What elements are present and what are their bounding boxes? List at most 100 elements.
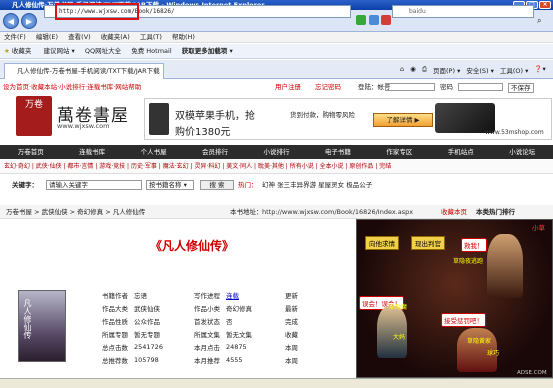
back-button[interactable]: ◀: [3, 13, 19, 29]
info-label: 总点击数: [102, 343, 128, 352]
nav-mobile[interactable]: 手机站点: [430, 145, 491, 159]
fav-item-qq[interactable]: QQ网址大全: [85, 47, 121, 55]
info-row: 作品性质 公众作品 首发状态否 完成: [99, 314, 301, 327]
info-value: 暂无专题: [134, 330, 160, 339]
nav-serial[interactable]: 连载书库: [61, 145, 122, 159]
info-label: 本月点击: [193, 343, 220, 352]
search-type-select[interactable]: 按书籍名称 ▾: [146, 180, 194, 190]
game-bubble-punish: 接受惩罚吧！: [441, 313, 486, 327]
save-select[interactable]: 不保存: [508, 83, 534, 93]
cmd-safety[interactable]: 安全(S) ▾: [466, 65, 494, 75]
menu-help[interactable]: 帮助(H): [172, 33, 195, 41]
top-left-links[interactable]: 设为首页·收藏本站·小说排行·连载书库·网站帮助: [3, 83, 141, 91]
nav-home[interactable]: 万卷首页: [0, 145, 61, 159]
game-character-right: [487, 234, 523, 298]
nav-ebooks[interactable]: 电子书籍: [307, 145, 368, 159]
status-bar: [0, 378, 553, 388]
info-label: 作品性质: [102, 317, 128, 326]
register-link[interactable]: 用户注册: [275, 81, 301, 93]
info-label: 首发状态: [193, 317, 220, 326]
breadcrumb[interactable]: 万卷书屋 > 武侠仙侠 > 奇幻修真 > 凡人修仙传: [6, 205, 145, 219]
go-icon[interactable]: [356, 15, 366, 25]
stop-icon[interactable]: [381, 15, 391, 25]
ad-banner[interactable]: 双模苹果手机，抢 购价1380元 货到付款，购物零风险 了解详情 ▶ www.5…: [144, 98, 552, 140]
info-label: 收藏: [284, 330, 298, 339]
info-label: 总推荐数: [102, 356, 128, 365]
menu-favorites[interactable]: 收藏夹(A): [101, 33, 130, 41]
info-label: 所属文集: [193, 330, 220, 339]
menu-bar: 文件(F) 编辑(E) 查看(V) 收藏夹(A) 工具(T) 帮助(H): [0, 32, 553, 43]
close-button[interactable]: ×: [539, 1, 551, 9]
info-label: 本周: [284, 356, 298, 365]
hot-keywords[interactable]: 幻神 张三丰异界游 星屋灵女 极品公子: [262, 176, 372, 194]
cover-art-text: 凡人修仙传: [23, 299, 32, 339]
ad-url: www.53mshop.com: [485, 129, 544, 136]
username-input[interactable]: [385, 83, 435, 91]
info-label: 更新: [284, 291, 298, 300]
forgot-link[interactable]: 忘记密码: [315, 81, 341, 93]
info-row: 作品大类 武侠仙侠 作品小类 奇幻修真 最新: [99, 301, 301, 314]
info-row: 书籍作者 忘语 写作进程 连载 更新: [99, 288, 301, 301]
book-title: 《凡人修仙传》: [150, 239, 235, 253]
feed-icon[interactable]: ◉: [410, 65, 416, 75]
password-input[interactable]: [458, 83, 503, 91]
nav-member-rank[interactable]: 会员排行: [184, 145, 245, 159]
game-label-qiao: 球巧: [487, 350, 500, 357]
info-value[interactable]: 连载: [223, 288, 282, 301]
info-value: 105798: [134, 355, 159, 364]
keyword-input[interactable]: 请输入关键字: [46, 180, 142, 190]
print-icon[interactable]: ⎙: [422, 65, 427, 75]
hot-rank-header: 本类热门排行: [470, 205, 553, 219]
url-rest: Book/16826/: [134, 8, 175, 15]
nav-personal[interactable]: 个人书屋: [123, 145, 184, 159]
book-info-table: 书籍作者 忘语 写作进程 连载 更新 作品大类 武侠仙侠 作品小类 奇幻修真 最新 作品性质 公众作品…: [99, 288, 301, 366]
info-row: 总推荐数 105798 本月推荐 4555 本周: [99, 353, 301, 366]
nav-forum[interactable]: 小说论坛: [492, 145, 553, 159]
cmd-help[interactable]: ❓▾: [534, 65, 545, 75]
tab-label: 凡人修仙传-万卷书屋-手机阅读/TXT下载/JAR下载: [17, 67, 160, 75]
info-label: 完成: [284, 317, 298, 326]
nav-authors[interactable]: 作家专区: [369, 145, 430, 159]
game-beg-button[interactable]: 向他求情: [365, 236, 399, 250]
nav-novel-rank[interactable]: 小说排行: [246, 145, 307, 159]
cmd-page[interactable]: 页面(P) ▾: [433, 65, 460, 75]
menu-edit[interactable]: 编辑(E): [36, 33, 58, 41]
info-row: 所属专题 暂无专题 所属文集 暂无文集 收藏: [99, 327, 301, 340]
site-top-links: 设为首页·收藏本站·小说排行·连载书库·网站帮助 用户注册 忘记密码 登陆：帐号…: [0, 81, 553, 93]
refresh-icon[interactable]: [369, 15, 379, 25]
game-judge-button[interactable]: 现出判官: [411, 236, 445, 250]
info-value: 奇幻修真: [225, 304, 252, 313]
game-footer: ADSE.COM: [517, 370, 547, 376]
book-address[interactable]: http://www.wjxsw.com/Book/16826/Index.as…: [262, 205, 413, 219]
fav-item-addons[interactable]: 获取更多加载项 ▾: [182, 47, 233, 55]
favorites-bar: ★ 收藏夹 建议网站 ▾ QQ网址大全 免费 Hotmail 获取更多加载项 ▾: [0, 44, 553, 59]
game-label-flee: 草隐夜逃跑: [453, 258, 484, 265]
site-logo-badge[interactable]: 万卷: [16, 96, 52, 136]
search-input[interactable]: baidu: [392, 5, 534, 18]
ad-detail-button[interactable]: 了解详情 ▶: [373, 113, 433, 127]
search-icon[interactable]: ⌕: [537, 15, 549, 27]
game-label-mom: 大妈: [393, 334, 406, 341]
fav-item-hotmail[interactable]: 免费 Hotmail: [131, 47, 171, 55]
menu-tools[interactable]: 工具(T): [140, 33, 162, 41]
tab-active[interactable]: 凡人修仙传-万卷书屋-手机阅读/TXT下载/JAR下载: [4, 63, 164, 79]
menu-file[interactable]: 文件(F): [4, 33, 26, 41]
search-button[interactable]: 搜 索: [200, 180, 234, 190]
forward-button[interactable]: ▶: [21, 13, 37, 29]
home-icon[interactable]: ⌂: [400, 65, 404, 75]
address-label: 本书地址：: [230, 208, 263, 216]
password-label: 密码: [440, 83, 453, 91]
info-row: 总点击数 2541726 本月点击 24875 本周: [99, 340, 301, 353]
command-bar: ⌂ ◉ ⎙ 页面(P) ▾ 安全(S) ▾ 工具(O) ▾ ❓▾: [400, 65, 546, 75]
favorites-button[interactable]: 收藏夹: [12, 47, 32, 55]
game-ad[interactable]: 向他求情 现出判官 救我！ 误会！误会！ 接受惩罚吧！ 小草 草隐夜逃跑 草隐魔…: [356, 219, 553, 378]
cmd-tools[interactable]: 工具(O) ▾: [500, 65, 529, 75]
info-label: 所属专题: [102, 330, 128, 339]
info-label: 作品小类: [193, 304, 220, 313]
game-label-small: 小草: [532, 224, 545, 232]
menu-view[interactable]: 查看(V): [68, 33, 91, 41]
favorite-page-link[interactable]: 收藏本页: [441, 205, 467, 219]
category-nav[interactable]: 玄幻·奇幻 | 武侠·仙侠 | 都市·言情 | 游戏·竞技 | 历史·军事 | …: [0, 160, 553, 174]
fav-item-suggested[interactable]: 建议网站 ▾: [43, 47, 74, 55]
info-value: 武侠仙侠: [134, 304, 160, 313]
